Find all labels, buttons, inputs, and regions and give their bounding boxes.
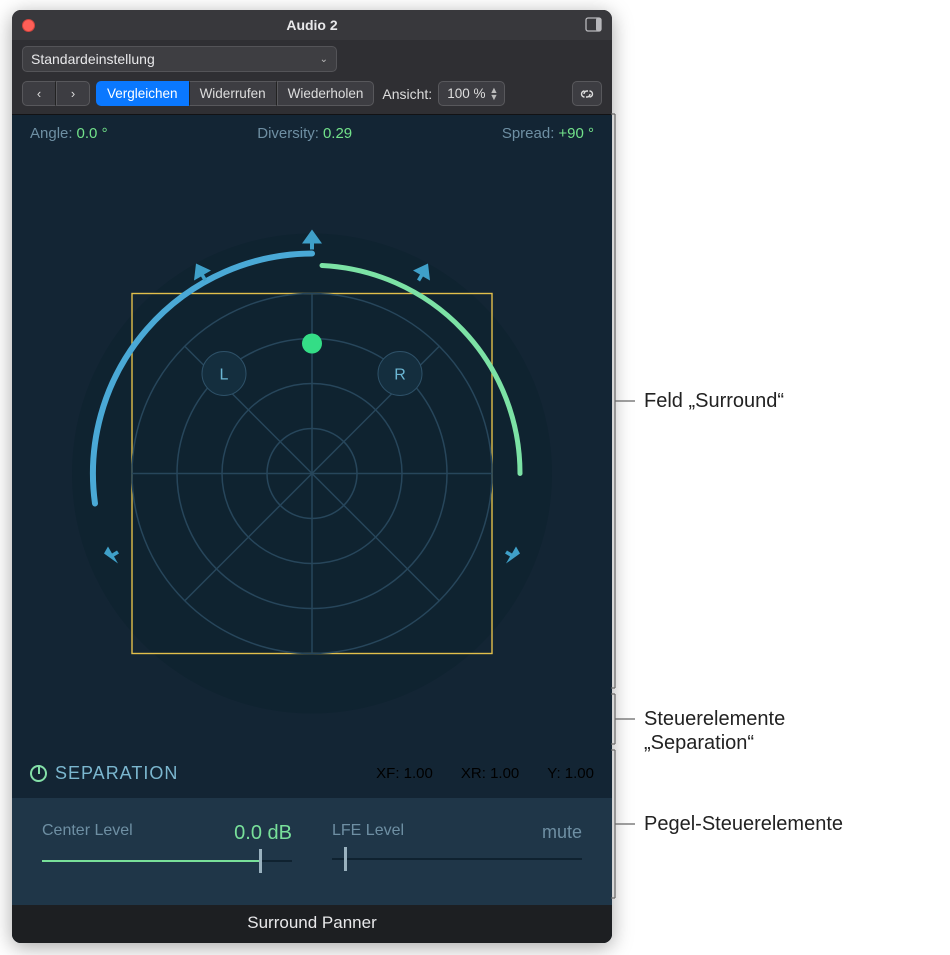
view-zoom-select[interactable]: 100 % ▲▼ [438, 81, 505, 106]
pan-puck[interactable] [302, 334, 322, 354]
separation-xr[interactable]: XR: 1.00 [461, 765, 519, 782]
surround-field[interactable]: L R [26, 148, 598, 759]
view-zoom-value: 100 % [447, 86, 485, 101]
plugin-name-footer: Surround Panner [12, 905, 612, 943]
annotation-callouts: Feld „Surround“ Steuerelemente „Separati… [612, 0, 950, 955]
history-nav: ‹ › [22, 81, 90, 106]
compare-undo-redo: Vergleichen Widerrufen Wiederholen [96, 81, 374, 106]
chevron-down-icon: ⌄ [320, 54, 328, 65]
center-level-block: Center Level 0.0 dB [42, 822, 292, 865]
separation-toggle[interactable]: SEPARATION [30, 763, 178, 784]
lfe-level-block: LFE Level mute [332, 822, 582, 865]
level-controls: Center Level 0.0 dB LFE Level mute [12, 798, 612, 905]
link-button[interactable] [572, 81, 602, 106]
separation-xf[interactable]: XF: 1.00 [376, 765, 433, 782]
center-level-slider[interactable] [42, 857, 292, 865]
preset-select[interactable]: Standardeinstellung ⌄ [22, 46, 337, 72]
nav-back-button[interactable]: ‹ [22, 81, 56, 106]
separation-row: SEPARATION XF: 1.00 XR: 1.00 Y: 1.00 [12, 759, 612, 798]
callout-separation-l1: Steuerelemente [644, 708, 785, 731]
speaker-right-label: R [394, 367, 406, 384]
params-row: Angle:0.0 ° Diversity:0.29 Spread:+90 ° [12, 115, 612, 144]
center-level-label: Center Level [42, 822, 133, 845]
toolbar: ‹ › Vergleichen Widerrufen Wiederholen A… [12, 77, 612, 115]
lfe-level-slider[interactable] [332, 855, 582, 863]
redo-button[interactable]: Wiederholen [277, 81, 375, 106]
sidebar-toggle-icon[interactable] [585, 17, 602, 32]
lfe-mute-label[interactable]: mute [542, 822, 582, 843]
speaker-left-label: L [220, 367, 229, 384]
preset-name: Standardeinstellung [31, 51, 155, 67]
titlebar: Audio 2 [12, 10, 612, 40]
link-icon [579, 87, 595, 101]
window-title: Audio 2 [12, 17, 612, 33]
plugin-body: Angle:0.0 ° Diversity:0.29 Spread:+90 ° [12, 115, 612, 943]
view-label: Ansicht: [382, 86, 432, 102]
plugin-window: Audio 2 Standardeinstellung ⌄ ‹ › Vergle… [12, 10, 612, 943]
preset-row: Standardeinstellung ⌄ [12, 40, 612, 77]
callout-levels: Pegel-Steuerelemente [644, 813, 843, 836]
compare-button[interactable]: Vergleichen [96, 81, 189, 106]
power-icon [30, 765, 47, 782]
nav-forward-button[interactable]: › [56, 81, 90, 106]
callout-surround: Feld „Surround“ [644, 390, 784, 413]
spread-param[interactable]: Spread:+90 ° [502, 125, 594, 142]
lfe-level-label: LFE Level [332, 822, 404, 843]
callout-separation-l2: „Separation“ [644, 732, 754, 755]
stepper-icon: ▲▼ [489, 87, 498, 101]
separation-values: XF: 1.00 XR: 1.00 Y: 1.00 [376, 765, 594, 782]
diversity-param[interactable]: Diversity:0.29 [257, 125, 352, 142]
undo-button[interactable]: Widerrufen [189, 81, 277, 106]
angle-param[interactable]: Angle:0.0 ° [30, 125, 108, 142]
separation-y[interactable]: Y: 1.00 [547, 765, 594, 782]
center-level-value[interactable]: 0.0 dB [234, 822, 292, 845]
